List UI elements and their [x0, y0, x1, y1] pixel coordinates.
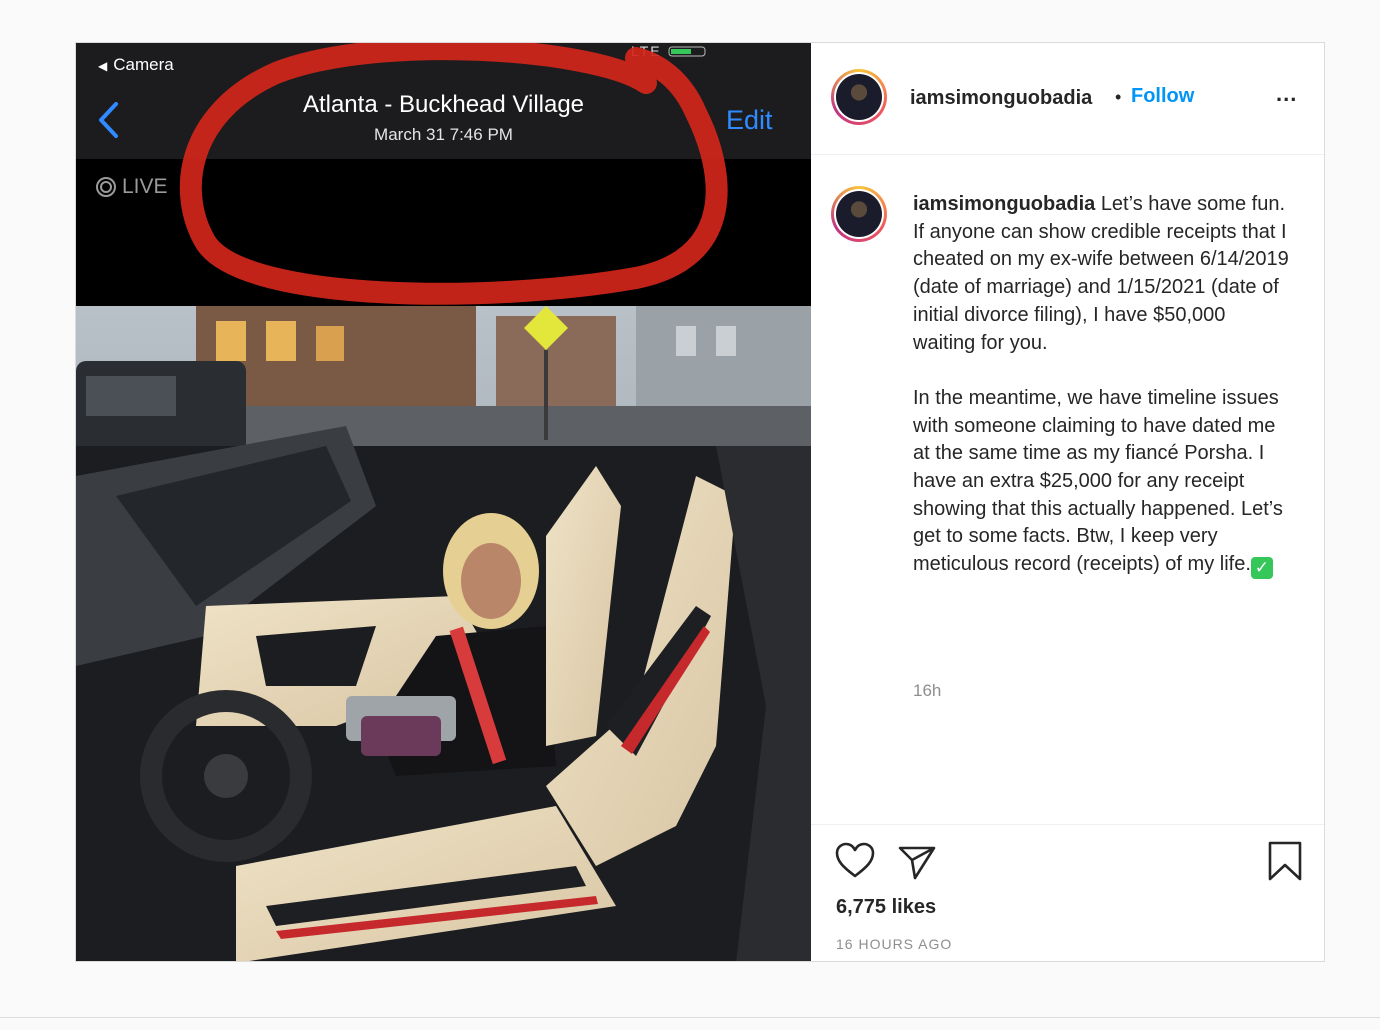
- header-username[interactable]: iamsimonguobadia: [910, 87, 1092, 110]
- post-header: iamsimonguobadia • Follow ...: [811, 43, 1324, 155]
- avatar-ring: [834, 72, 884, 122]
- check-mark-icon: ✓: [1250, 557, 1273, 580]
- post-card: ◀ Camera LTE Atlanta - Buckhead Village M…: [75, 42, 1325, 962]
- post-media[interactable]: ◀ Camera LTE Atlanta - Buckhead Village M…: [76, 43, 811, 961]
- back-triangle-icon: ◀: [98, 59, 108, 73]
- post-time-ago[interactable]: 16 HOURS AGO: [836, 936, 952, 952]
- follow-button[interactable]: Follow: [1131, 85, 1194, 108]
- live-label: LIVE: [122, 175, 168, 198]
- location-title: Atlanta - Buckhead Village: [302, 91, 585, 118]
- caption-timestamp[interactable]: 16h: [913, 681, 941, 701]
- caption-text-2: In the meantime, we have timeline issues…: [913, 386, 1283, 576]
- edit-button: Edit: [726, 105, 773, 135]
- status-bar-icons: LTE: [631, 43, 712, 59]
- caption-paragraph-1: iamsimonguobadia Let’s have some fun. If…: [913, 191, 1293, 357]
- live-icon: [96, 177, 116, 197]
- caption-username[interactable]: iamsimonguobadia: [913, 193, 1095, 215]
- caption-avatar[interactable]: [831, 186, 887, 242]
- battery-icon: [668, 46, 706, 57]
- location-date: March 31 7:46 PM: [374, 125, 513, 144]
- more-options-icon[interactable]: ...: [1276, 81, 1297, 107]
- camera-back-label: Camera: [113, 55, 174, 74]
- camera-back-link: ◀ Camera: [98, 55, 174, 75]
- post-side-panel: iamsimonguobadia • Follow ... iamsimongu…: [811, 43, 1324, 961]
- avatar[interactable]: [831, 69, 887, 125]
- page-bottom-divider: [0, 1017, 1380, 1018]
- avatar-image: [836, 74, 882, 120]
- caption-avatar-ring: [834, 189, 884, 239]
- header-separator: •: [1115, 87, 1122, 107]
- post-actions: 6,775 likes 16 HOURS AGO: [811, 824, 1324, 961]
- car-photo: [76, 306, 811, 961]
- caption-avatar-image: [836, 191, 882, 237]
- caption-paragraph-2: In the meantime, we have timeline issues…: [913, 385, 1293, 580]
- signal-text: LTE: [631, 43, 662, 59]
- heart-icon[interactable]: [835, 842, 875, 880]
- post-caption: iamsimonguobadia Let’s have some fun. If…: [913, 191, 1293, 580]
- live-indicator: LIVE: [96, 175, 168, 199]
- share-icon[interactable]: [897, 843, 937, 881]
- likes-count[interactable]: 6,775 likes: [836, 896, 936, 919]
- caption-text-1: Let’s have some fun. If anyone can show …: [913, 193, 1289, 354]
- bookmark-icon[interactable]: [1267, 841, 1303, 881]
